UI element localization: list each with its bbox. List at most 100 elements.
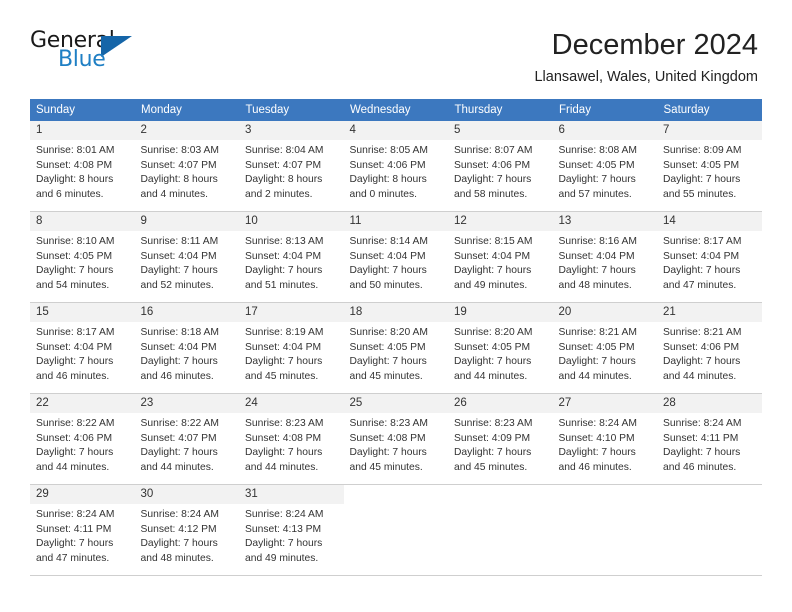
calendar-day-cell[interactable]: 25 Sunrise: 8:23 AM Sunset: 4:08 PM Dayligh… — [343, 393, 448, 486]
triangle-logo-icon — [101, 36, 132, 57]
calendar-day-cell[interactable]: 29 Sunrise: 8:24 AM Sunset: 4:11 PM Dayligh… — [30, 484, 135, 577]
sunrise-text: Sunrise: 8:22 AM — [36, 418, 115, 430]
daylight-text-line2: and 44 minutes. — [663, 370, 737, 382]
daylight-text-line1: Daylight: 7 hours — [36, 538, 114, 550]
calendar-day-cell[interactable]: 2 Sunrise: 8:03 AM Sunset: 4:07 PM Daylight… — [134, 120, 239, 213]
calendar-day-cell[interactable]: 16 Sunrise: 8:18 AM Sunset: 4:04 PM Dayligh… — [134, 302, 239, 395]
daylight-text-line1: Daylight: 7 hours — [140, 265, 218, 277]
sunrise-text: Sunrise: 8:20 AM — [349, 327, 428, 339]
calendar-day-cell[interactable]: 5 Sunrise: 8:07 AM Sunset: 4:06 PM Daylight… — [448, 120, 553, 213]
sunrise-text: Sunrise: 8:24 AM — [663, 418, 742, 430]
daylight-text-line2: and 47 minutes. — [36, 552, 110, 564]
daylight-text-line2: and 44 minutes. — [454, 370, 528, 382]
page-header: General Blue December 2024 Llansawel, Wa… — [0, 0, 792, 85]
daylight-text-line1: Daylight: 7 hours — [245, 447, 323, 459]
day-number: 26 — [448, 394, 553, 414]
calendar-day-cell[interactable]: 9 Sunrise: 8:11 AM Sunset: 4:04 PM Daylight… — [134, 211, 239, 304]
sunset-text: Sunset: 4:04 PM — [245, 341, 322, 353]
calendar-body: 1 Sunrise: 8:01 AM Sunset: 4:08 PM Daylight… — [30, 120, 762, 577]
calendar-day-cell[interactable]: 11 Sunrise: 8:14 AM Sunset: 4:04 PM Dayligh… — [343, 211, 448, 304]
sunrise-text: Sunrise: 8:23 AM — [349, 418, 428, 430]
calendar-day-cell[interactable]: 28 Sunrise: 8:24 AM Sunset: 4:11 PM Dayligh… — [657, 393, 762, 486]
daylight-text-line1: Daylight: 7 hours — [245, 356, 323, 368]
weekday-header-thursday: Thursday — [448, 99, 553, 121]
calendar-day-cell[interactable]: 7 Sunrise: 8:09 AM Sunset: 4:05 PM Daylight… — [657, 120, 762, 213]
calendar-day-cell[interactable]: 20 Sunrise: 8:21 AM Sunset: 4:05 PM Dayligh… — [552, 302, 657, 395]
day-number: 10 — [239, 212, 344, 232]
calendar-day-cell[interactable]: 10 Sunrise: 8:13 AM Sunset: 4:04 PM Dayligh… — [239, 211, 344, 304]
sunrise-text: Sunrise: 8:22 AM — [140, 418, 219, 430]
daylight-text-line1: Daylight: 7 hours — [454, 356, 532, 368]
calendar-day-cell[interactable]: 26 Sunrise: 8:23 AM Sunset: 4:09 PM Dayligh… — [448, 393, 553, 486]
day-number: 25 — [343, 394, 448, 414]
daylight-text-line2: and 55 minutes. — [663, 188, 737, 200]
calendar-day-cell[interactable]: 17 Sunrise: 8:19 AM Sunset: 4:04 PM Dayligh… — [239, 302, 344, 395]
calendar-day-cell[interactable]: 13 Sunrise: 8:16 AM Sunset: 4:04 PM Dayligh… — [552, 211, 657, 304]
calendar-day-cell[interactable]: 31 Sunrise: 8:24 AM Sunset: 4:13 PM Dayligh… — [239, 484, 344, 577]
calendar-day-cell[interactable]: 12 Sunrise: 8:15 AM Sunset: 4:04 PM Dayligh… — [448, 211, 553, 304]
sunrise-text: Sunrise: 8:11 AM — [140, 236, 219, 248]
daylight-text-line1: Daylight: 7 hours — [245, 538, 323, 550]
logo-text-blue: Blue — [58, 47, 106, 72]
sunrise-text: Sunrise: 8:01 AM — [36, 145, 115, 157]
calendar-day-cell[interactable]: 1 Sunrise: 8:01 AM Sunset: 4:08 PM Daylight… — [30, 120, 135, 213]
calendar-day-cell[interactable]: 6 Sunrise: 8:08 AM Sunset: 4:05 PM Daylight… — [552, 120, 657, 213]
sunset-text: Sunset: 4:05 PM — [558, 159, 635, 171]
daylight-text-line1: Daylight: 7 hours — [36, 265, 114, 277]
sunrise-text: Sunrise: 8:17 AM — [663, 236, 742, 248]
sunrise-text: Sunrise: 8:04 AM — [245, 145, 324, 157]
calendar-day-cell[interactable]: 15 Sunrise: 8:17 AM Sunset: 4:04 PM Dayligh… — [30, 302, 135, 395]
daylight-text-line1: Daylight: 8 hours — [140, 174, 218, 186]
daylight-text-line1: Daylight: 7 hours — [663, 447, 741, 459]
day-number: 17 — [239, 303, 344, 323]
daylight-text-line2: and 45 minutes. — [454, 461, 528, 473]
sunrise-text: Sunrise: 8:09 AM — [663, 145, 742, 157]
calendar-day-cell[interactable]: 23 Sunrise: 8:22 AM Sunset: 4:07 PM Dayligh… — [134, 393, 239, 486]
calendar-day-cell[interactable]: 3 Sunrise: 8:04 AM Sunset: 4:07 PM Daylight… — [239, 120, 344, 213]
calendar-day-cell[interactable]: 18 Sunrise: 8:20 AM Sunset: 4:05 PM Dayligh… — [343, 302, 448, 395]
calendar-day-cell[interactable]: 24 Sunrise: 8:23 AM Sunset: 4:08 PM Dayligh… — [239, 393, 344, 486]
daylight-text-line2: and 51 minutes. — [245, 279, 319, 291]
daylight-text-line2: and 58 minutes. — [454, 188, 528, 200]
calendar-table: Sunday Monday Tuesday Wednesday Thursday… — [30, 99, 762, 577]
day-details: Sunrise: 8:17 AM Sunset: 4:04 PM Daylight:… — [30, 322, 135, 384]
day-number: 9 — [134, 212, 239, 232]
daylight-text-line2: and 50 minutes. — [349, 279, 423, 291]
sunrise-text: Sunrise: 8:10 AM — [36, 236, 115, 248]
sunrise-text: Sunrise: 8:24 AM — [558, 418, 637, 430]
day-details: Sunrise: 8:07 AM Sunset: 4:06 PM Daylight:… — [448, 140, 553, 202]
title-block: December 2024 Llansawel, Wales, United K… — [534, 28, 758, 86]
daylight-text-line2: and 49 minutes. — [245, 552, 319, 564]
calendar-day-cell[interactable]: 4 Sunrise: 8:05 AM Sunset: 4:06 PM Daylight… — [343, 120, 448, 213]
daylight-text-line1: Daylight: 7 hours — [454, 447, 532, 459]
day-number: 16 — [134, 303, 239, 323]
sunset-text: Sunset: 4:04 PM — [349, 250, 426, 262]
sunset-text: Sunset: 4:08 PM — [36, 159, 113, 171]
daylight-text-line1: Daylight: 8 hours — [36, 174, 114, 186]
calendar-day-cell[interactable]: 30 Sunrise: 8:24 AM Sunset: 4:12 PM Dayligh… — [134, 484, 239, 577]
generalblue-logo[interactable]: General Blue — [30, 28, 150, 78]
daylight-text-line2: and 45 minutes. — [349, 370, 423, 382]
daylight-text-line1: Daylight: 7 hours — [349, 265, 427, 277]
day-number: 3 — [239, 121, 344, 141]
day-number: 15 — [30, 303, 135, 323]
day-details: Sunrise: 8:04 AM Sunset: 4:07 PM Daylight:… — [239, 140, 344, 202]
sunrise-text: Sunrise: 8:08 AM — [558, 145, 637, 157]
calendar-day-cell[interactable]: 21 Sunrise: 8:21 AM Sunset: 4:06 PM Dayligh… — [657, 302, 762, 395]
daylight-text-line1: Daylight: 7 hours — [663, 356, 741, 368]
day-details: Sunrise: 8:23 AM Sunset: 4:09 PM Daylight:… — [448, 413, 553, 475]
calendar-day-cell[interactable]: 19 Sunrise: 8:20 AM Sunset: 4:05 PM Dayligh… — [448, 302, 553, 395]
day-number: 18 — [343, 303, 448, 323]
calendar-day-cell[interactable]: 8 Sunrise: 8:10 AM Sunset: 4:05 PM Daylight… — [30, 211, 135, 304]
calendar-day-cell[interactable]: 22 Sunrise: 8:22 AM Sunset: 4:06 PM Dayligh… — [30, 393, 135, 486]
sunset-text: Sunset: 4:04 PM — [558, 250, 635, 262]
calendar-day-cell[interactable]: 27 Sunrise: 8:24 AM Sunset: 4:10 PM Dayligh… — [552, 393, 657, 486]
day-details: Sunrise: 8:01 AM Sunset: 4:08 PM Daylight:… — [30, 140, 135, 202]
sunset-text: Sunset: 4:06 PM — [454, 159, 531, 171]
daylight-text-line1: Daylight: 8 hours — [245, 174, 323, 186]
sunset-text: Sunset: 4:04 PM — [140, 250, 217, 262]
day-details: Sunrise: 8:10 AM Sunset: 4:05 PM Daylight:… — [30, 231, 135, 293]
calendar-day-cell[interactable]: 14 Sunrise: 8:17 AM Sunset: 4:04 PM Dayligh… — [657, 211, 762, 304]
daylight-text-line1: Daylight: 7 hours — [36, 447, 114, 459]
daylight-text-line2: and 44 minutes. — [140, 461, 214, 473]
